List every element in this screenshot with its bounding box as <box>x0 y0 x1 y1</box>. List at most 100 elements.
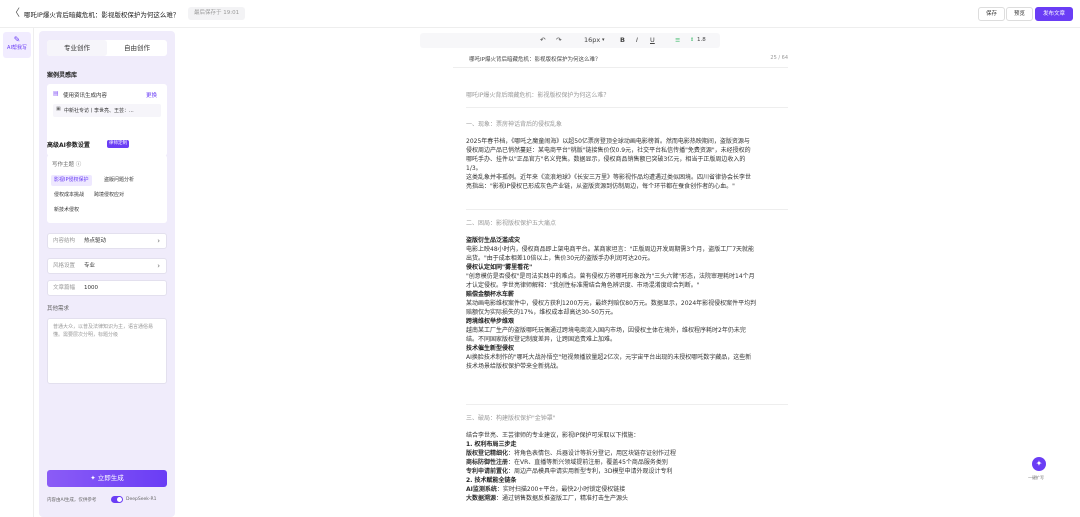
top-bar: 〈 哪吒IP爆火背后暗藏危机：影视版权保护为何这么难？ 最后保存于 19:01 … <box>0 0 1080 28</box>
expand-write-button[interactable]: ✦ <box>1032 457 1046 471</box>
font-size-select[interactable]: 16px <box>584 33 600 48</box>
tab-professional[interactable]: 专业创作 <box>47 40 107 56</box>
section-heading-3: 三、破局：构建版权保护"金钟罩" <box>466 415 556 422</box>
section-heading-2: 二、困局：影视版权保护五大痛点 <box>466 220 557 227</box>
divider <box>466 404 788 405</box>
paragraph-line: 赔额仅为实际损失的17%，维权成本却高达30-50万元。 <box>466 309 617 316</box>
paragraph-line: 才认定侵权。李世亮律师解释："我创性标准需结合角色辨识度、市场混淆度综合判断。" <box>466 282 700 289</box>
preview-button[interactable]: 预览 <box>1006 7 1034 21</box>
structure-select[interactable]: 内容结构 热点驱动 › <box>47 233 167 249</box>
paragraph-line: 1/3。 <box>466 165 482 172</box>
chevron-right-icon: › <box>157 237 160 245</box>
doc-title: 哪吒IP爆火背后暗藏危机：影视版权保护为何这么难？ <box>466 92 610 99</box>
document-editor[interactable]: 哪吒IP爆火背后暗藏危机：影视版权保护为何这么难？ 25 / 64 哪吒IP爆火… <box>453 48 788 517</box>
generate-label: 立即生成 <box>97 474 124 482</box>
sparkle-icon: ✦ <box>90 474 98 482</box>
chevron-down-icon[interactable]: ▾ <box>602 33 605 48</box>
back-icon[interactable]: 〈 <box>10 8 20 20</box>
left-rail: ✎ AI帮我写 <box>0 28 34 517</box>
paragraph-line: "创意模仿是否侵权"是司法实践中的难点。曾有侵权方将哪吒形象改为"三头六臂"形态… <box>466 273 755 280</box>
mode-tabs: 专业创作 自由创作 <box>47 40 167 56</box>
paragraph-line: 结。不同国家版权登记制度差异，让跨国追责难上加难。 <box>466 336 617 343</box>
tab-free[interactable]: 自由创作 <box>107 40 167 56</box>
document-icon: ▤ <box>53 90 59 97</box>
paragraph-line: 亮指出："影视IP侵权已形成灰色产业链，从盗版资源到仿制周边，每个环节都在蚕食创… <box>466 183 735 190</box>
save-button[interactable]: 保存 <box>978 7 1006 21</box>
structure-value: 热点驱动 <box>84 238 107 244</box>
paragraph-line: 技术场景给版权保护带来全新挑战。 <box>466 363 563 370</box>
replace-link[interactable]: 更换 <box>146 91 157 99</box>
subheading: 盗版衍生品泛滥成灾 <box>466 237 521 244</box>
paragraph-line: 结合李世亮、王芸律师的专业建议，影视IP保护可采取以下措施： <box>466 432 640 439</box>
style-key: 风格设置 <box>53 263 76 269</box>
subheading: 跨境维权举步维艰 <box>466 318 515 325</box>
paragraph-line: 商标防御性注册：在VR、直播等新兴领域提前注册，覆盖45个商品服务类别 <box>466 459 668 466</box>
editor-toolbar: ↶ ↷ 16px ▾ B I U ≡ ⇕ 1.8 <box>420 33 720 48</box>
undo-icon[interactable]: ↶ <box>540 33 545 48</box>
ai-writing-panel: 专业创作 自由创作 案例灵感库 ▤ 使用资讯生成内容 更换 ▣ 中新社专访丨李世… <box>39 31 175 517</box>
line-spacing-icon[interactable]: ⇕ <box>690 33 694 48</box>
topic-chip-ip[interactable]: 影视IP侵权保护 <box>51 175 92 186</box>
publish-button[interactable]: 发布文章 <box>1035 7 1074 21</box>
save-status: 最后保存于 19:01 <box>188 7 246 20</box>
other-needs-textarea[interactable]: 普通大众，以普及法律知识为主，语言通俗易懂。需要层次分明，标题分级 <box>47 318 167 384</box>
doc-header-title: 哪吒IP爆火背后暗藏危机：影视版权保护为何这么难？ <box>469 57 601 63</box>
model-toggle[interactable] <box>111 496 123 503</box>
sparkle-icon: ✦ <box>1035 459 1043 468</box>
italic-button[interactable]: I <box>636 33 638 48</box>
generate-button[interactable]: ✦ 立即生成 <box>47 470 167 487</box>
bold-button[interactable]: B <box>620 33 625 48</box>
title-char-count: 25 / 64 <box>770 55 788 61</box>
align-icon[interactable]: ≡ <box>675 33 680 48</box>
edit-icon: ✎ <box>13 35 21 44</box>
style-value: 专业 <box>84 263 96 269</box>
divider <box>466 209 788 210</box>
topic-chip-newtech[interactable]: 新技术侵权 <box>51 205 82 216</box>
expand-write-label: 一键扩写 <box>1028 475 1044 480</box>
underline-button[interactable]: U <box>650 33 655 48</box>
style-select[interactable]: 风格设置 专业 › <box>47 258 167 274</box>
section-heading-1: 一、现象：票房神话背后的侵权乱象 <box>466 121 563 128</box>
redo-icon[interactable]: ↷ <box>556 33 561 48</box>
case-library-title: 案例灵感库 <box>47 72 78 79</box>
subheading: 2. 技术赋能全链条 <box>466 477 517 484</box>
paragraph-line: 越南某工厂生产的盗版哪吒玩偶通过跨境电商流入国内市场，因侵权主体在境外，维权程序… <box>466 327 746 334</box>
info-item[interactable]: ▣ 中新社专访丨李世亮、王芸：... <box>53 104 161 117</box>
paragraph-line: 专利申请前置化：周边产品模具申请实用新型专利，3D模型申请外观设计专利 <box>466 468 673 475</box>
topic-chip-cost[interactable]: 侵权成本挑战 <box>51 190 87 201</box>
paragraph-line: 2025年春节档，《哪吒之魔童闹海》以超50亿票房登顶全球动画电影榜首。然而电影… <box>466 138 750 145</box>
chevron-right-icon: › <box>157 262 160 270</box>
rail-item-ai-write[interactable]: ✎ AI帮我写 <box>3 32 31 58</box>
paragraph-line: 版权登记精细化：将角色表情包、兵器设计等拆分登记，用区块链存证创作过程 <box>466 450 677 457</box>
topic-chip-crossborder[interactable]: 跨境侵权应对 <box>91 190 127 201</box>
paragraph-line: 电影上映48小时内，侵权商品即上架电商平台。某商家坦言："正版周边开发周期需3个… <box>466 246 755 253</box>
ai-disclaimer: 内容由AI生成，仅供参考 <box>47 498 97 503</box>
subheading: 侵权认定如同"雾里看花" <box>466 264 533 271</box>
topic-card: 写作主题 ⓘ 影视IP侵权保护 盗版问题分析 侵权成本挑战 跨境侵权应对 新技术… <box>47 155 167 223</box>
model-name: DeepSeek-R1 <box>126 497 157 502</box>
structure-key: 内容结构 <box>53 238 76 244</box>
topic-chip-piracy[interactable]: 盗版问题分析 <box>101 175 137 186</box>
document-title[interactable]: 哪吒IP爆火背后暗藏危机：影视版权保护为何这么难？ <box>24 9 179 19</box>
advanced-params-title: 高级AI参数设置 <box>47 142 90 149</box>
paragraph-line: 大数据溯源：通过销售数据反推盗版工厂，精准打击生产源头 <box>466 495 629 502</box>
length-key: 文章篇幅 <box>53 285 76 291</box>
paragraph-line: 出货。"由于成本相差10倍以上，售价30元的盗版手办利润可达20元。 <box>466 255 654 262</box>
info-label: 使用资讯生成内容 <box>63 93 108 99</box>
length-input[interactable]: 文章篇幅 1000 <box>47 280 167 296</box>
paragraph-line: 哪吒手办、挂件以"正品官方"名义兜售。数据显示，侵权商品销售额已突破3亿元，相当… <box>466 156 746 163</box>
paragraph-line: AI换脸技术制作的"哪吒大战孙悟空"短视频播放量超2亿次，元宇宙平台出现的未授权… <box>466 354 752 361</box>
length-value: 1000 <box>84 285 98 291</box>
divider <box>453 67 788 68</box>
paragraph-line: 某动画电影维权案件中，侵权方获利1200万元，最终判赔仅80万元。数据显示，20… <box>466 300 757 307</box>
subheading: 赔偿金额杯水车薪 <box>466 291 515 298</box>
divider <box>466 107 788 108</box>
info-item-text: 中新社专访丨李世亮、王芸：... <box>64 108 134 114</box>
line-spacing-value[interactable]: 1.8 <box>697 33 706 48</box>
paragraph-line: 侵权周边产品已悄然蔓延：某电商平台"桃版"链接售价仅0.9元，社交平台私信传播"… <box>466 147 751 154</box>
other-needs-label: 其他需求 <box>47 306 70 312</box>
rail-item-label: AI帮我写 <box>7 45 27 51</box>
news-icon: ▣ <box>56 106 61 112</box>
paragraph-line: 这类乱象并非孤例。近年来《流浪地球》《长安三万里》等影视作品均遭遇过类似困境。四… <box>466 174 752 181</box>
subheading: 1. 权利布局三步走 <box>466 441 517 448</box>
